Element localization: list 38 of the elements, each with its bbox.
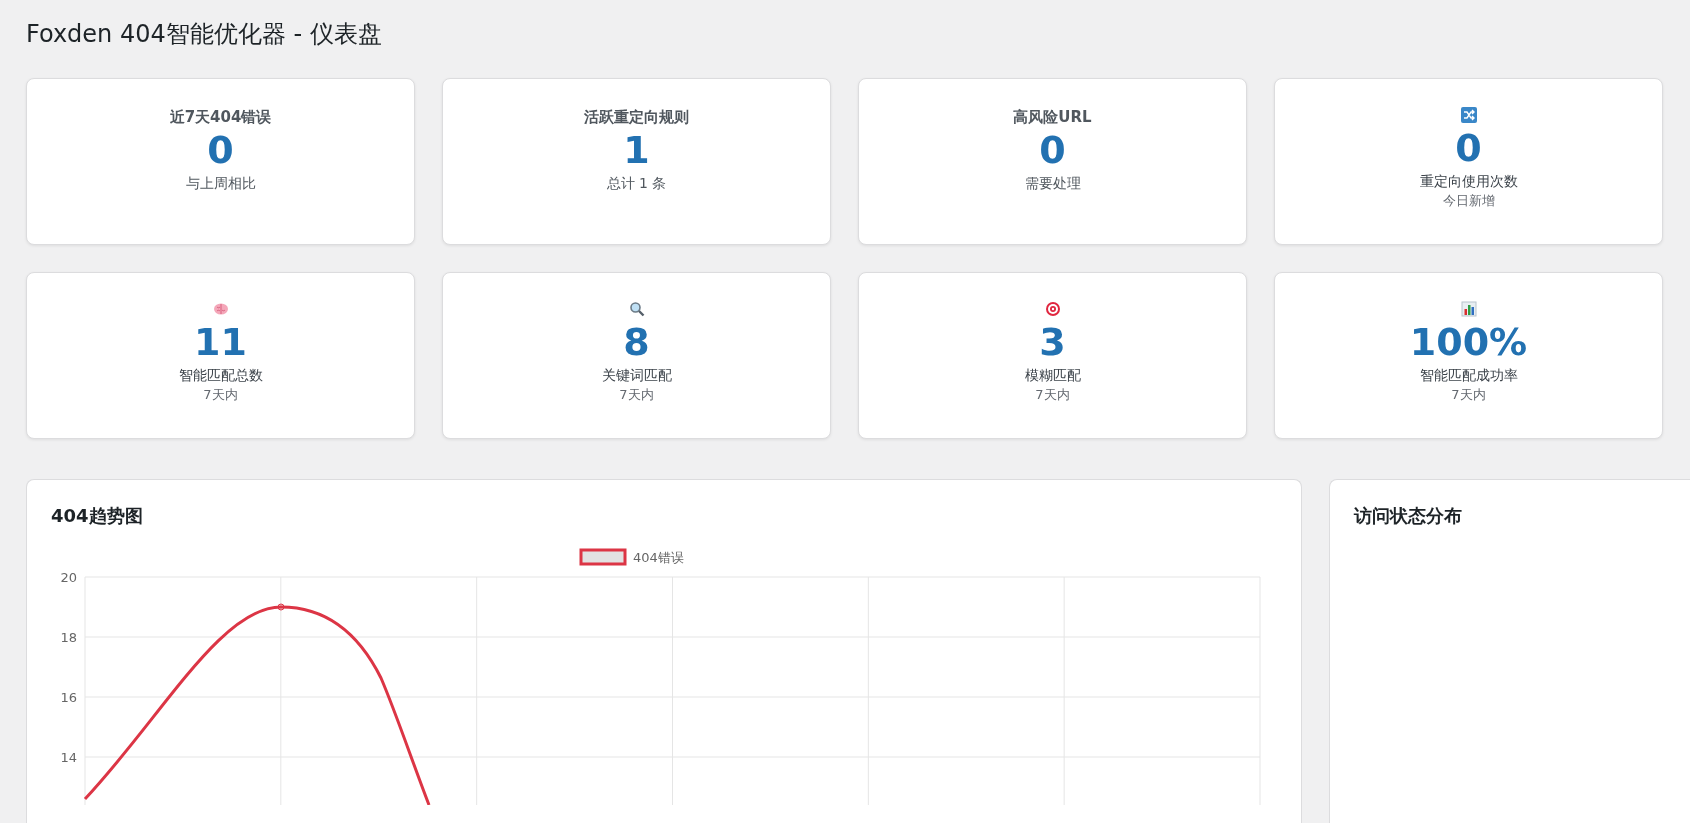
card-caption: 需要处理: [1024, 174, 1081, 193]
stat-value: 8: [623, 319, 650, 365]
card-note: 7天内: [203, 386, 238, 404]
stat-value: 0: [1039, 127, 1066, 173]
brain-icon: [212, 301, 229, 317]
card-note: 7天内: [1451, 386, 1486, 404]
card-title: 高风险URL: [1013, 107, 1092, 127]
card-note: 7天内: [619, 386, 654, 404]
panel-title: 访问状态分布: [1354, 504, 1463, 528]
bar-chart-icon: [1460, 301, 1477, 317]
stat-value: 3: [1039, 319, 1066, 365]
card-note: 今日新增: [1442, 192, 1495, 210]
stat-value: 1: [623, 127, 650, 173]
axis-tick-label: 18: [60, 630, 77, 645]
card-caption: 关键词匹配: [601, 366, 672, 385]
page-title: Foxden 404智能优化器 - 仪表盘: [26, 19, 383, 50]
target-icon: [1044, 301, 1061, 317]
shuffle-icon: [1460, 107, 1477, 123]
card-caption: 模糊匹配: [1024, 366, 1081, 385]
legend-swatch[interactable]: [579, 548, 627, 566]
stat-value: 100%: [1409, 319, 1528, 365]
axis-tick-label: 14: [60, 750, 77, 765]
card-note: 7天内: [1035, 386, 1070, 404]
stat-value: 11: [194, 319, 247, 365]
card-caption: 智能匹配总数: [178, 366, 263, 385]
magnifier-icon: [628, 301, 645, 317]
card-caption: 重定向使用次数: [1419, 172, 1518, 191]
card-caption: 与上周相比: [185, 174, 256, 193]
card-caption: 总计 1 条: [606, 174, 667, 193]
stat-value: 0: [207, 127, 234, 173]
card-caption: 智能匹配成功率: [1419, 366, 1518, 385]
card-title: 近7天404错误: [169, 107, 272, 127]
axis-tick-label: 20: [60, 570, 77, 585]
axis-tick-label: 16: [60, 690, 77, 705]
panel-title: 404趋势图: [51, 504, 144, 528]
card-title: 活跃重定向规则: [584, 107, 689, 127]
legend-label[interactable]: 404错误: [633, 550, 684, 565]
stat-value: 0: [1455, 125, 1482, 171]
